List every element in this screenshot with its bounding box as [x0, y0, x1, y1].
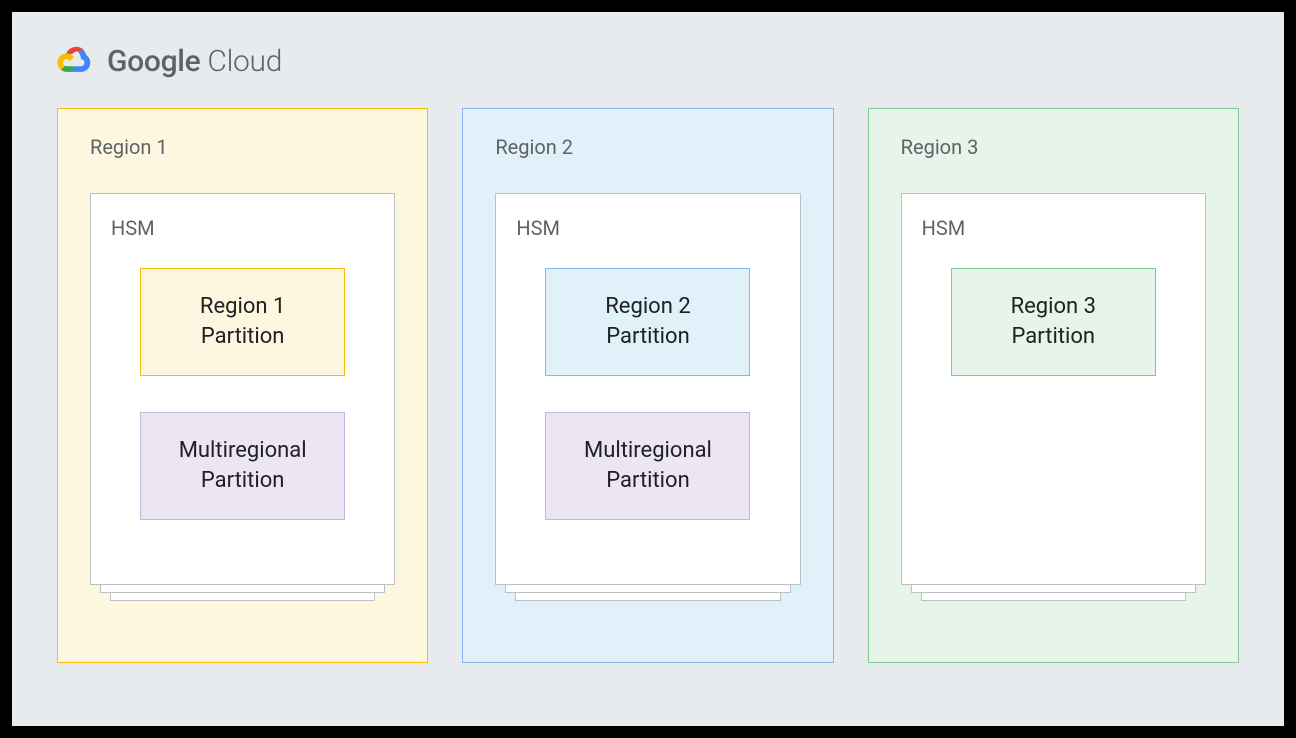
multiregional-partition: Multiregional Partition: [545, 412, 750, 520]
hsm-label: HSM: [111, 216, 374, 240]
partition-line1: Region 1: [200, 292, 285, 322]
stack-shadow-icon: [921, 593, 1186, 601]
brand-title: Google Cloud: [107, 44, 282, 79]
region-partition: Region 1 Partition: [140, 268, 345, 376]
partition-line1: Region 2: [605, 292, 690, 322]
diagram-canvas: Google Cloud Region 1 HSM Region 1 Parti…: [12, 12, 1284, 726]
partition-line2: Partition: [201, 322, 285, 352]
hsm-label: HSM: [922, 216, 1185, 240]
region-card-1: Region 1 HSM Region 1 Partition Multireg…: [57, 108, 428, 663]
stack-shadow-icon: [515, 593, 780, 601]
region-card-2: Region 2 HSM Region 2 Partition Multireg…: [462, 108, 833, 663]
hsm-label: HSM: [516, 216, 779, 240]
google-cloud-logo-icon: [57, 42, 95, 80]
hsm-stack: HSM Region 3 Partition: [901, 193, 1206, 585]
hsm-box: HSM Region 2 Partition Multiregional Par…: [495, 193, 800, 585]
hsm-box: HSM Region 3 Partition: [901, 193, 1206, 585]
partition-list: Region 1 Partition Multiregional Partiti…: [111, 268, 374, 520]
partition-line2: Partition: [606, 466, 690, 496]
brand-name-light: Cloud: [200, 44, 282, 79]
brand-name-bold: Google: [107, 44, 200, 79]
partition-line1: Region 3: [1011, 292, 1096, 322]
region-card-3: Region 3 HSM Region 3 Partition: [868, 108, 1239, 663]
region-partition: Region 2 Partition: [545, 268, 750, 376]
multiregional-partition: Multiregional Partition: [140, 412, 345, 520]
hsm-box: HSM Region 1 Partition Multiregional Par…: [90, 193, 395, 585]
partition-line2: Partition: [201, 466, 285, 496]
partition-line2: Partition: [1012, 322, 1096, 352]
region-label: Region 2: [495, 135, 800, 159]
hsm-stack: HSM Region 1 Partition Multiregional Par…: [90, 193, 395, 585]
region-label: Region 1: [90, 135, 395, 159]
partition-line1: Multiregional: [179, 436, 307, 466]
partition-line2: Partition: [606, 322, 690, 352]
brand-header: Google Cloud: [57, 42, 1239, 80]
stack-shadow-icon: [911, 585, 1196, 593]
hsm-stack: HSM Region 2 Partition Multiregional Par…: [495, 193, 800, 585]
stack-shadow-icon: [100, 585, 385, 593]
partition-list: Region 3 Partition: [922, 268, 1185, 376]
regions-row: Region 1 HSM Region 1 Partition Multireg…: [57, 108, 1239, 663]
region-label: Region 3: [901, 135, 1206, 159]
region-partition: Region 3 Partition: [951, 268, 1156, 376]
partition-line1: Multiregional: [584, 436, 712, 466]
stack-shadow-icon: [505, 585, 790, 593]
stack-shadow-icon: [110, 593, 375, 601]
partition-list: Region 2 Partition Multiregional Partiti…: [516, 268, 779, 520]
